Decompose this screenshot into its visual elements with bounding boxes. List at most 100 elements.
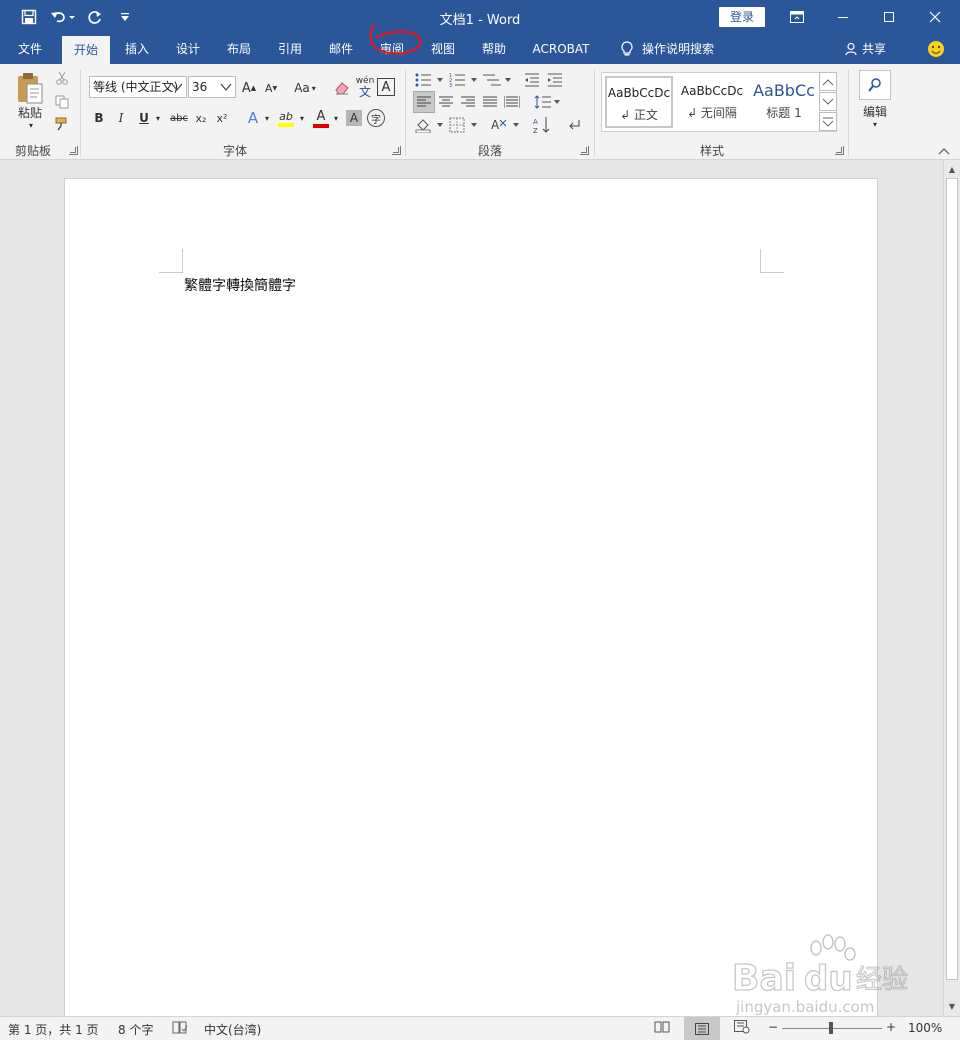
- page-count[interactable]: 第 1 页，共 1 页: [8, 1021, 99, 1038]
- ribbon-display-options-icon[interactable]: [774, 0, 820, 34]
- font-name-box[interactable]: 等线 (中文正文): [89, 76, 187, 98]
- paste-clipboard-icon[interactable]: [12, 70, 48, 106]
- tab-insert[interactable]: 插入: [115, 34, 159, 64]
- tab-home[interactable]: 开始: [62, 36, 110, 64]
- font-color-icon[interactable]: A: [311, 106, 331, 130]
- login-button[interactable]: 登录: [719, 7, 765, 27]
- cut-scissors-icon[interactable]: [54, 70, 70, 86]
- paste-dropdown-chevron-icon[interactable]: ▾: [26, 120, 36, 130]
- italic-button[interactable]: I: [112, 108, 130, 128]
- borders-icon[interactable]: [448, 114, 478, 136]
- language-indicator[interactable]: 中文(台湾): [204, 1021, 261, 1038]
- editing-button[interactable]: 编辑: [855, 102, 895, 120]
- paragraph-shading-icon[interactable]: [414, 114, 444, 136]
- minimize-icon[interactable]: [820, 0, 866, 34]
- increase-indent-icon[interactable]: [546, 70, 564, 90]
- editing-dropdown-icon[interactable]: ▾: [870, 119, 880, 129]
- strikethrough-button[interactable]: abc: [167, 108, 191, 128]
- scroll-down-arrow-icon[interactable]: ▼: [944, 998, 960, 1014]
- scroll-up-arrow-icon[interactable]: ▲: [944, 161, 960, 177]
- tab-help[interactable]: 帮助: [472, 34, 516, 64]
- distributed-align-icon[interactable]: [502, 91, 522, 113]
- read-mode-icon[interactable]: [654, 1020, 670, 1037]
- style-no-spacing[interactable]: AaBbCcDc ↲ 无间隔: [678, 76, 746, 128]
- bullets-icon[interactable]: [414, 70, 444, 90]
- text-effects-dropdown-icon[interactable]: ▾: [262, 108, 272, 128]
- scrollbar-thumb[interactable]: [946, 178, 958, 980]
- zoom-level[interactable]: 100%: [908, 1021, 942, 1035]
- tab-mailings[interactable]: 邮件: [319, 34, 363, 64]
- find-magnifier-icon[interactable]: [859, 70, 891, 100]
- format-painter-icon[interactable]: [54, 116, 70, 132]
- numbering-icon[interactable]: 123: [448, 70, 478, 90]
- character-border-icon[interactable]: A: [377, 78, 395, 96]
- print-layout-icon[interactable]: [684, 1017, 720, 1040]
- document-page[interactable]: 繁體字轉換簡體字: [64, 178, 878, 1038]
- share-button[interactable]: 共享: [862, 34, 892, 64]
- styles-expand-icon[interactable]: [819, 112, 837, 131]
- align-right-icon[interactable]: [458, 91, 478, 113]
- paragraph-launcher-icon[interactable]: [580, 146, 589, 155]
- group-separator: [594, 70, 595, 156]
- sort-icon[interactable]: AZ: [532, 114, 552, 136]
- web-layout-icon[interactable]: [734, 1020, 750, 1037]
- styles-scroll-down-icon[interactable]: [819, 92, 837, 111]
- show-formatting-marks-icon[interactable]: [564, 114, 584, 136]
- bold-button[interactable]: B: [90, 108, 108, 128]
- style-heading-1[interactable]: AaBbCc 标题 1: [750, 76, 818, 128]
- font-launcher-icon[interactable]: [392, 146, 401, 155]
- align-left-icon[interactable]: [413, 91, 435, 113]
- group-separator: [848, 70, 849, 156]
- styles-scroll-up-icon[interactable]: [819, 72, 837, 91]
- tab-view[interactable]: 视图: [421, 34, 465, 64]
- chinese-layout-icon[interactable]: A: [490, 114, 520, 136]
- zoom-out-button[interactable]: −: [768, 1020, 778, 1034]
- underline-button[interactable]: U: [136, 108, 152, 128]
- collapse-ribbon-icon[interactable]: [936, 144, 952, 158]
- line-spacing-icon[interactable]: [532, 91, 562, 113]
- text-effects-icon[interactable]: A: [244, 108, 262, 128]
- font-color-dropdown-icon[interactable]: ▾: [331, 108, 341, 128]
- character-shading-icon[interactable]: A: [346, 110, 362, 126]
- underline-dropdown-icon[interactable]: ▾: [153, 108, 163, 128]
- tab-file[interactable]: 文件: [8, 34, 52, 64]
- tell-me-search[interactable]: 操作说明搜索: [642, 34, 722, 64]
- highlight-color-icon[interactable]: ab: [276, 106, 296, 130]
- proofing-book-icon[interactable]: [172, 1020, 188, 1037]
- svg-text:Bai: Bai: [732, 958, 796, 999]
- tab-references[interactable]: 引用: [268, 34, 312, 64]
- decrease-indent-icon[interactable]: [523, 70, 541, 90]
- justify-icon[interactable]: [480, 91, 500, 113]
- phonetic-guide-icon[interactable]: wén 文: [355, 75, 375, 99]
- clipboard-launcher-icon[interactable]: [69, 146, 78, 155]
- shrink-font-icon[interactable]: A ▼: [262, 78, 280, 98]
- enclose-characters-icon[interactable]: 字: [367, 109, 385, 127]
- multilevel-list-icon[interactable]: [482, 70, 512, 90]
- clear-formatting-eraser-icon[interactable]: [333, 78, 351, 98]
- font-name-dropdown-icon[interactable]: [171, 80, 183, 94]
- close-icon[interactable]: [912, 0, 958, 34]
- vertical-scrollbar[interactable]: ▲ ▼: [943, 160, 960, 1016]
- font-size-box[interactable]: 36: [188, 76, 236, 98]
- align-center-icon[interactable]: [436, 91, 456, 113]
- change-case-button[interactable]: Aa ▾: [290, 78, 320, 98]
- tab-design[interactable]: 设计: [166, 34, 210, 64]
- style-normal[interactable]: AaBbCcDc ↲ 正文: [605, 76, 673, 128]
- paste-button[interactable]: 粘贴: [10, 104, 50, 120]
- word-count[interactable]: 8 个字: [118, 1021, 153, 1038]
- tab-layout[interactable]: 布局: [217, 34, 261, 64]
- document-body-text[interactable]: 繁體字轉換簡體字: [184, 275, 296, 295]
- highlight-dropdown-icon[interactable]: ▾: [297, 108, 307, 128]
- zoom-in-button[interactable]: +: [886, 1020, 896, 1034]
- grow-font-icon[interactable]: A ▲: [240, 78, 258, 98]
- tab-acrobat[interactable]: ACROBAT: [524, 34, 598, 64]
- maximize-icon[interactable]: [866, 0, 912, 34]
- share-person-icon[interactable]: [843, 34, 861, 64]
- zoom-slider-thumb[interactable]: [829, 1022, 833, 1034]
- styles-launcher-icon[interactable]: [835, 146, 844, 155]
- copy-icon[interactable]: [54, 94, 70, 110]
- superscript-button[interactable]: x²: [213, 108, 231, 128]
- subscript-button[interactable]: x₂: [192, 108, 210, 128]
- smiley-feedback-icon[interactable]: [926, 34, 946, 64]
- font-size-dropdown-icon[interactable]: [220, 80, 232, 94]
